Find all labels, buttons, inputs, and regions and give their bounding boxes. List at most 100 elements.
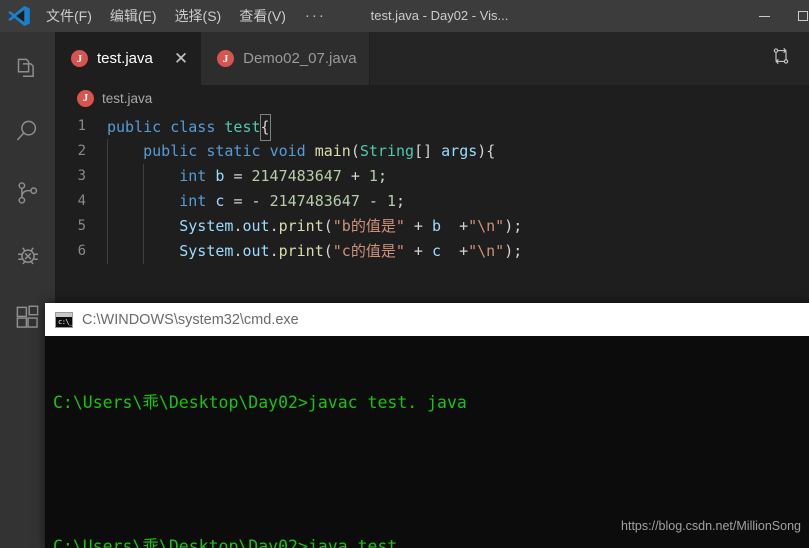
token-keyword: public	[143, 142, 198, 160]
token-number: 1	[386, 192, 396, 210]
line-number: 2	[77, 143, 86, 159]
cmd-output[interactable]: C:\Users\乖\Desktop\Day02>javac test. jav…	[45, 336, 809, 548]
token-type: test	[224, 118, 261, 136]
line-number: 6	[77, 243, 86, 259]
token-variable: b	[431, 217, 441, 235]
token-variable: c	[431, 242, 441, 260]
token-punct: (	[350, 142, 360, 160]
sidebar-item-search[interactable]	[0, 100, 55, 162]
cmd-output-line	[53, 463, 809, 487]
menu-selection[interactable]: 选择(S)	[166, 0, 231, 32]
compare-changes-icon[interactable]	[771, 46, 791, 71]
code-line-text: int b = 2147483647 + 1;	[107, 164, 387, 189]
java-file-icon: J	[77, 89, 94, 107]
extensions-icon	[14, 304, 41, 331]
menu-more-icon[interactable]: ···	[295, 0, 336, 32]
code-line: 5 System.out.print("b的值是" + b +"\n");	[55, 214, 809, 239]
code-line: 6 System.out.print("c的值是" + c +"\n");	[55, 239, 809, 264]
menu-view[interactable]: 查看(V)	[230, 0, 295, 32]
token-function: print	[278, 242, 324, 260]
token-keyword: void	[269, 142, 306, 160]
minimize-button[interactable]	[741, 0, 787, 32]
java-file-icon: J	[71, 50, 88, 67]
token-operator: +	[413, 217, 423, 235]
window-controls	[741, 0, 809, 32]
line-number: 1	[77, 118, 86, 134]
source-control-icon	[14, 180, 41, 207]
token-function: main	[314, 142, 351, 160]
token-punct: ){	[477, 142, 496, 160]
token-operator: -	[368, 192, 378, 210]
cmd-title: C:\WINDOWS\system32\cmd.exe	[82, 311, 299, 328]
vscode-logo-icon	[0, 0, 37, 32]
token-operator: +	[459, 217, 469, 235]
cmd-icon-glyph: c:\_	[58, 317, 73, 326]
tab-demo02-07-java[interactable]: J Demo02_07.java	[201, 32, 370, 85]
debug-icon	[14, 241, 42, 269]
token-string: "c的值是"	[332, 242, 405, 260]
explorer-icon	[14, 56, 41, 83]
title-bar: 文件(F) 编辑(E) 选择(S) 查看(V) ··· test.java - …	[0, 0, 809, 32]
token-operator: +	[350, 167, 360, 185]
sidebar-item-source-control[interactable]	[0, 162, 55, 224]
token-number: 2147483647	[269, 192, 360, 210]
token-punct: (	[323, 242, 333, 260]
sidebar-item-explorer[interactable]	[0, 38, 55, 100]
code-line-text: System.out.print("b的值是" + b +"\n");	[107, 214, 522, 239]
code-line-text: public class test{	[107, 114, 271, 141]
line-number: 3	[77, 168, 86, 184]
token-dot: .	[269, 242, 279, 260]
menu-file[interactable]: 文件(F)	[37, 0, 101, 32]
editor-tab-bar: J test.java ✕ J Demo02_07.java	[55, 32, 809, 85]
token-punct: (	[323, 217, 333, 235]
cmd-output-line: C:\Users\乖\Desktop\Day02>javac test. jav…	[53, 393, 467, 412]
tab-test-java[interactable]: J test.java ✕	[55, 32, 202, 85]
cmd-console-icon: c:\_	[55, 311, 73, 328]
token-dot: .	[269, 217, 279, 235]
watermark: https://blog.csdn.net/MillionSong	[621, 519, 801, 533]
code-line-text: int c = - 2147483647 - 1;	[107, 189, 405, 214]
menu-edit[interactable]: 编辑(E)	[101, 0, 166, 32]
token-field: out	[242, 217, 270, 235]
token-keyword: int	[179, 167, 207, 185]
breadcrumb-label: test.java	[102, 90, 153, 106]
search-icon	[14, 118, 41, 145]
token-string: "\n"	[468, 217, 505, 235]
minimize-icon	[758, 15, 770, 17]
token-punct: ;	[396, 192, 406, 210]
maximize-icon	[798, 11, 808, 21]
code-line: 1 public class test{	[55, 114, 809, 141]
code-line: 2 public static void main(String[] args)…	[55, 139, 809, 164]
code-line-text: System.out.print("c的值是" + c +"\n");	[107, 239, 522, 264]
token-field: out	[242, 242, 270, 260]
token-function: print	[278, 217, 324, 235]
breadcrumb[interactable]: J test.java	[55, 85, 809, 111]
cmd-window[interactable]: c:\_ C:\WINDOWS\system32\cmd.exe C:\User…	[45, 303, 809, 548]
token-number: 1	[368, 167, 378, 185]
sidebar-item-debug[interactable]	[0, 224, 55, 286]
token-punct: )	[504, 242, 514, 260]
maximize-button[interactable]	[787, 0, 809, 32]
token-operator: +	[413, 242, 423, 260]
close-icon[interactable]: ✕	[174, 50, 188, 67]
editor-actions	[771, 32, 799, 85]
token-variable: args	[441, 142, 478, 160]
code-editor[interactable]: 1 public class test{ 2 public static voi…	[55, 111, 809, 264]
code-line: 3 int b = 2147483647 + 1;	[55, 164, 809, 189]
token-type: String	[359, 142, 415, 160]
cmd-title-bar[interactable]: c:\_ C:\WINDOWS\system32\cmd.exe	[45, 303, 809, 336]
code-line: 4 int c = - 2147483647 - 1;	[55, 189, 809, 214]
token-operator: +	[459, 242, 469, 260]
tab-label: test.java	[97, 50, 153, 67]
token-punct: []	[414, 142, 433, 160]
